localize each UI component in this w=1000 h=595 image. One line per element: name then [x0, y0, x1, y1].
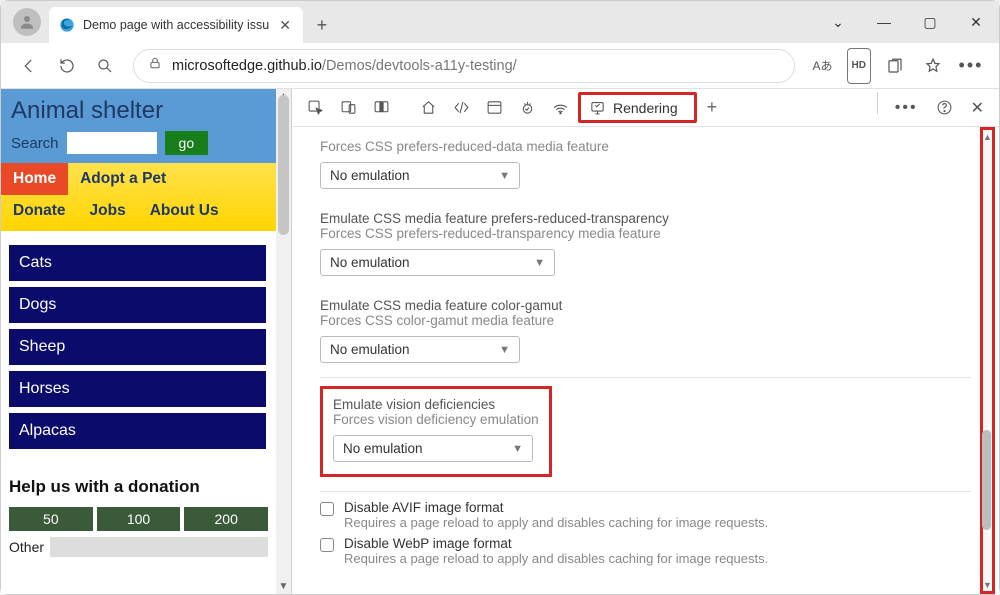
minimize-button[interactable]: —	[861, 1, 907, 43]
edge-favicon-icon	[59, 17, 75, 33]
category-list: Cats Dogs Sheep Horses Alpacas	[1, 231, 276, 459]
tab-title: Demo page with accessibility issu	[83, 18, 269, 32]
url-bar: microsoftedge.github.io/Demos/devtools-a…	[1, 43, 999, 89]
page-viewport: Animal shelter Search go Home Adopt a Pe…	[1, 89, 291, 594]
section-sub: Forces CSS color-gamut media feature	[320, 313, 971, 328]
nav-jobs[interactable]: Jobs	[78, 195, 138, 227]
refresh-button[interactable]	[49, 48, 85, 84]
tab-close-icon[interactable]: ✕	[277, 17, 293, 34]
nav-donate[interactable]: Donate	[1, 195, 78, 227]
devtools-scrollbar[interactable]: ▲ ▼	[980, 127, 995, 594]
welcome-tab-icon[interactable]	[413, 93, 444, 122]
sources-tab-icon[interactable]	[512, 93, 543, 122]
vision-deficiency-highlight: Emulate vision deficiencies Forces visio…	[320, 386, 552, 477]
titlebar: Demo page with accessibility issu ✕ + ⌄ …	[1, 1, 999, 43]
chevron-down-icon[interactable]: ⌄	[815, 1, 861, 43]
disable-avif-label: Disable AVIF image format Requires a pag…	[344, 500, 768, 530]
rendering-pane: Forces CSS prefers-reduced-data media fe…	[292, 127, 999, 594]
devtools-close-icon[interactable]: ✕	[964, 92, 991, 124]
cat-cats[interactable]: Cats	[9, 245, 266, 281]
scroll-down-icon[interactable]: ▼	[983, 578, 992, 591]
chevron-down-icon: ▼	[499, 170, 510, 182]
cat-horses[interactable]: Horses	[9, 371, 266, 407]
screencast-icon[interactable]	[366, 93, 397, 122]
section-title: Emulate vision deficiencies	[333, 397, 539, 412]
application-tab-icon[interactable]	[479, 93, 510, 122]
favorite-star-icon[interactable]	[915, 48, 951, 84]
inspect-icon[interactable]	[300, 93, 331, 122]
more-menu-icon[interactable]: •••	[953, 48, 989, 84]
donate-100[interactable]: 100	[97, 507, 181, 531]
network-tab-icon[interactable]	[545, 93, 576, 122]
go-button[interactable]: go	[165, 131, 209, 155]
rendering-tab-label: Rendering	[613, 100, 678, 116]
reduced-transparency-dropdown[interactable]: No emulation▼	[320, 249, 555, 276]
elements-tab-icon[interactable]	[446, 93, 477, 122]
back-button[interactable]	[11, 48, 47, 84]
page-scrollbar[interactable]: ▲ ▼	[276, 89, 291, 594]
window-controls: ⌄ — ▢ ✕	[815, 1, 999, 43]
color-gamut-dropdown[interactable]: No emulation▼	[320, 336, 520, 363]
profile-avatar[interactable]	[13, 8, 41, 36]
close-window-button[interactable]: ✕	[953, 1, 999, 43]
donation-section: Help us with a donation 50 100 200 Other	[1, 459, 276, 565]
disable-webp-checkbox[interactable]	[320, 538, 334, 552]
chevron-down-icon: ▼	[512, 443, 523, 455]
lock-icon	[148, 56, 162, 75]
disable-avif-checkbox[interactable]	[320, 502, 334, 516]
chevron-down-icon: ▼	[499, 344, 510, 356]
new-tab-button[interactable]: +	[307, 10, 337, 40]
cat-dogs[interactable]: Dogs	[9, 287, 266, 323]
nav-adopt[interactable]: Adopt a Pet	[68, 163, 178, 195]
donate-50[interactable]: 50	[9, 507, 93, 531]
help-icon[interactable]	[929, 92, 960, 124]
chevron-down-icon: ▼	[534, 257, 545, 269]
browser-tab[interactable]: Demo page with accessibility issu ✕	[49, 7, 303, 43]
search-input[interactable]	[67, 132, 157, 154]
donation-heading: Help us with a donation	[9, 477, 268, 497]
reduced-data-dropdown[interactable]: No emulation▼	[320, 162, 520, 189]
nav-home[interactable]: Home	[1, 163, 68, 195]
section-title: Emulate CSS media feature prefers-reduce…	[320, 211, 971, 226]
page-title: Animal shelter	[11, 97, 266, 125]
maximize-button[interactable]: ▢	[907, 1, 953, 43]
hd-icon[interactable]: HD	[847, 48, 871, 84]
donate-200[interactable]: 200	[184, 507, 268, 531]
device-toggle-icon[interactable]	[333, 93, 364, 122]
devtools-panel: Rendering + ••• ✕ Forces CSS prefers-red…	[291, 89, 999, 594]
devtools-more-icon[interactable]: •••	[888, 92, 925, 124]
read-aloud-icon[interactable]: Aあ	[805, 48, 841, 84]
separator	[877, 92, 878, 114]
url-text: microsoftedge.github.io/Demos/devtools-a…	[172, 58, 517, 74]
address-field[interactable]: microsoftedge.github.io/Demos/devtools-a…	[133, 49, 795, 83]
section-title: Emulate CSS media feature color-gamut	[320, 298, 971, 313]
page-header: Animal shelter Search go	[1, 89, 276, 163]
scroll-up-icon[interactable]: ▲	[983, 130, 992, 143]
section-sub: Forces vision deficiency emulation	[333, 412, 539, 427]
cat-sheep[interactable]: Sheep	[9, 329, 266, 365]
scroll-down-icon[interactable]: ▼	[276, 579, 291, 594]
section-sub: Forces CSS prefers-reduced-data media fe…	[320, 139, 971, 154]
disable-webp-label: Disable WebP image format Requires a pag…	[344, 536, 768, 566]
main-nav: Home Adopt a Pet Donate Jobs About Us	[1, 163, 276, 231]
devtools-tabbar: Rendering + ••• ✕	[292, 89, 999, 127]
other-label: Other	[9, 539, 44, 555]
vision-deficiency-dropdown[interactable]: No emulation▼	[333, 435, 533, 462]
search-icon[interactable]	[87, 48, 123, 84]
nav-about[interactable]: About Us	[138, 195, 231, 227]
other-amount-input[interactable]	[50, 537, 268, 557]
collections-icon[interactable]	[877, 48, 913, 84]
more-tabs-button[interactable]: +	[699, 93, 726, 122]
scroll-thumb[interactable]	[278, 95, 289, 235]
rendering-tab[interactable]: Rendering	[578, 92, 697, 123]
section-sub: Forces CSS prefers-reduced-transparency …	[320, 226, 971, 241]
cat-alpacas[interactable]: Alpacas	[9, 413, 266, 449]
scroll-thumb[interactable]	[982, 430, 991, 530]
search-label: Search	[11, 135, 59, 152]
